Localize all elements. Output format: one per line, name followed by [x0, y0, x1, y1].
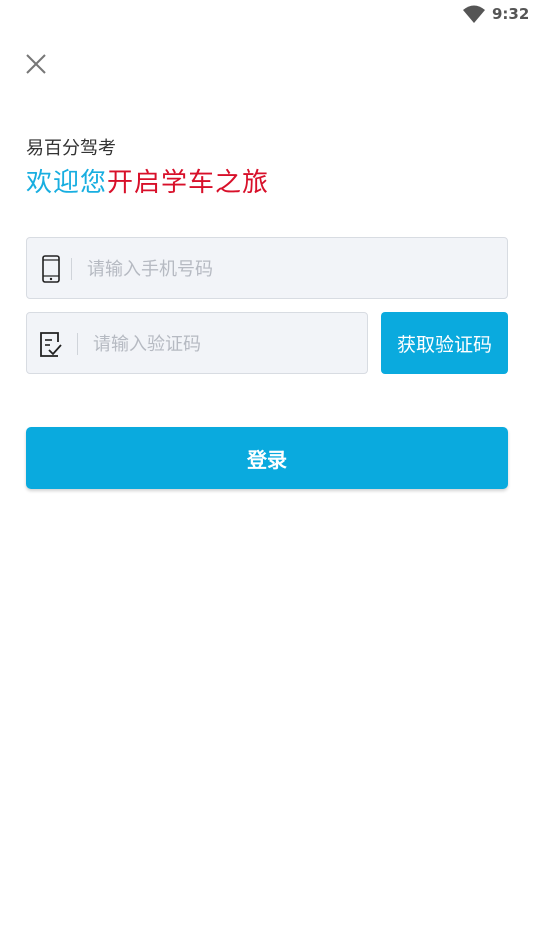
close-button[interactable]	[20, 48, 52, 80]
field-divider	[77, 333, 78, 355]
status-bar: 9:32	[0, 0, 534, 30]
welcome-title-part-b: 开启学车之旅	[107, 168, 270, 198]
get-code-button[interactable]: 获取验证码	[381, 312, 508, 374]
welcome-title-part-a: 欢迎您	[26, 168, 108, 198]
close-icon	[26, 54, 46, 74]
welcome-title: 欢迎您开启学车之旅	[26, 162, 269, 199]
status-time: 9:32	[492, 5, 530, 23]
checklist-icon	[40, 332, 62, 357]
code-field[interactable]	[26, 312, 368, 375]
mobile-phone-icon	[42, 255, 60, 283]
wifi-icon	[463, 5, 485, 23]
login-button[interactable]: 登录	[26, 427, 508, 489]
phone-input[interactable]	[85, 238, 499, 300]
app-name: 易百分驾考	[26, 138, 116, 159]
field-divider	[71, 258, 72, 280]
code-input[interactable]	[91, 313, 365, 375]
phone-field[interactable]	[26, 237, 508, 300]
